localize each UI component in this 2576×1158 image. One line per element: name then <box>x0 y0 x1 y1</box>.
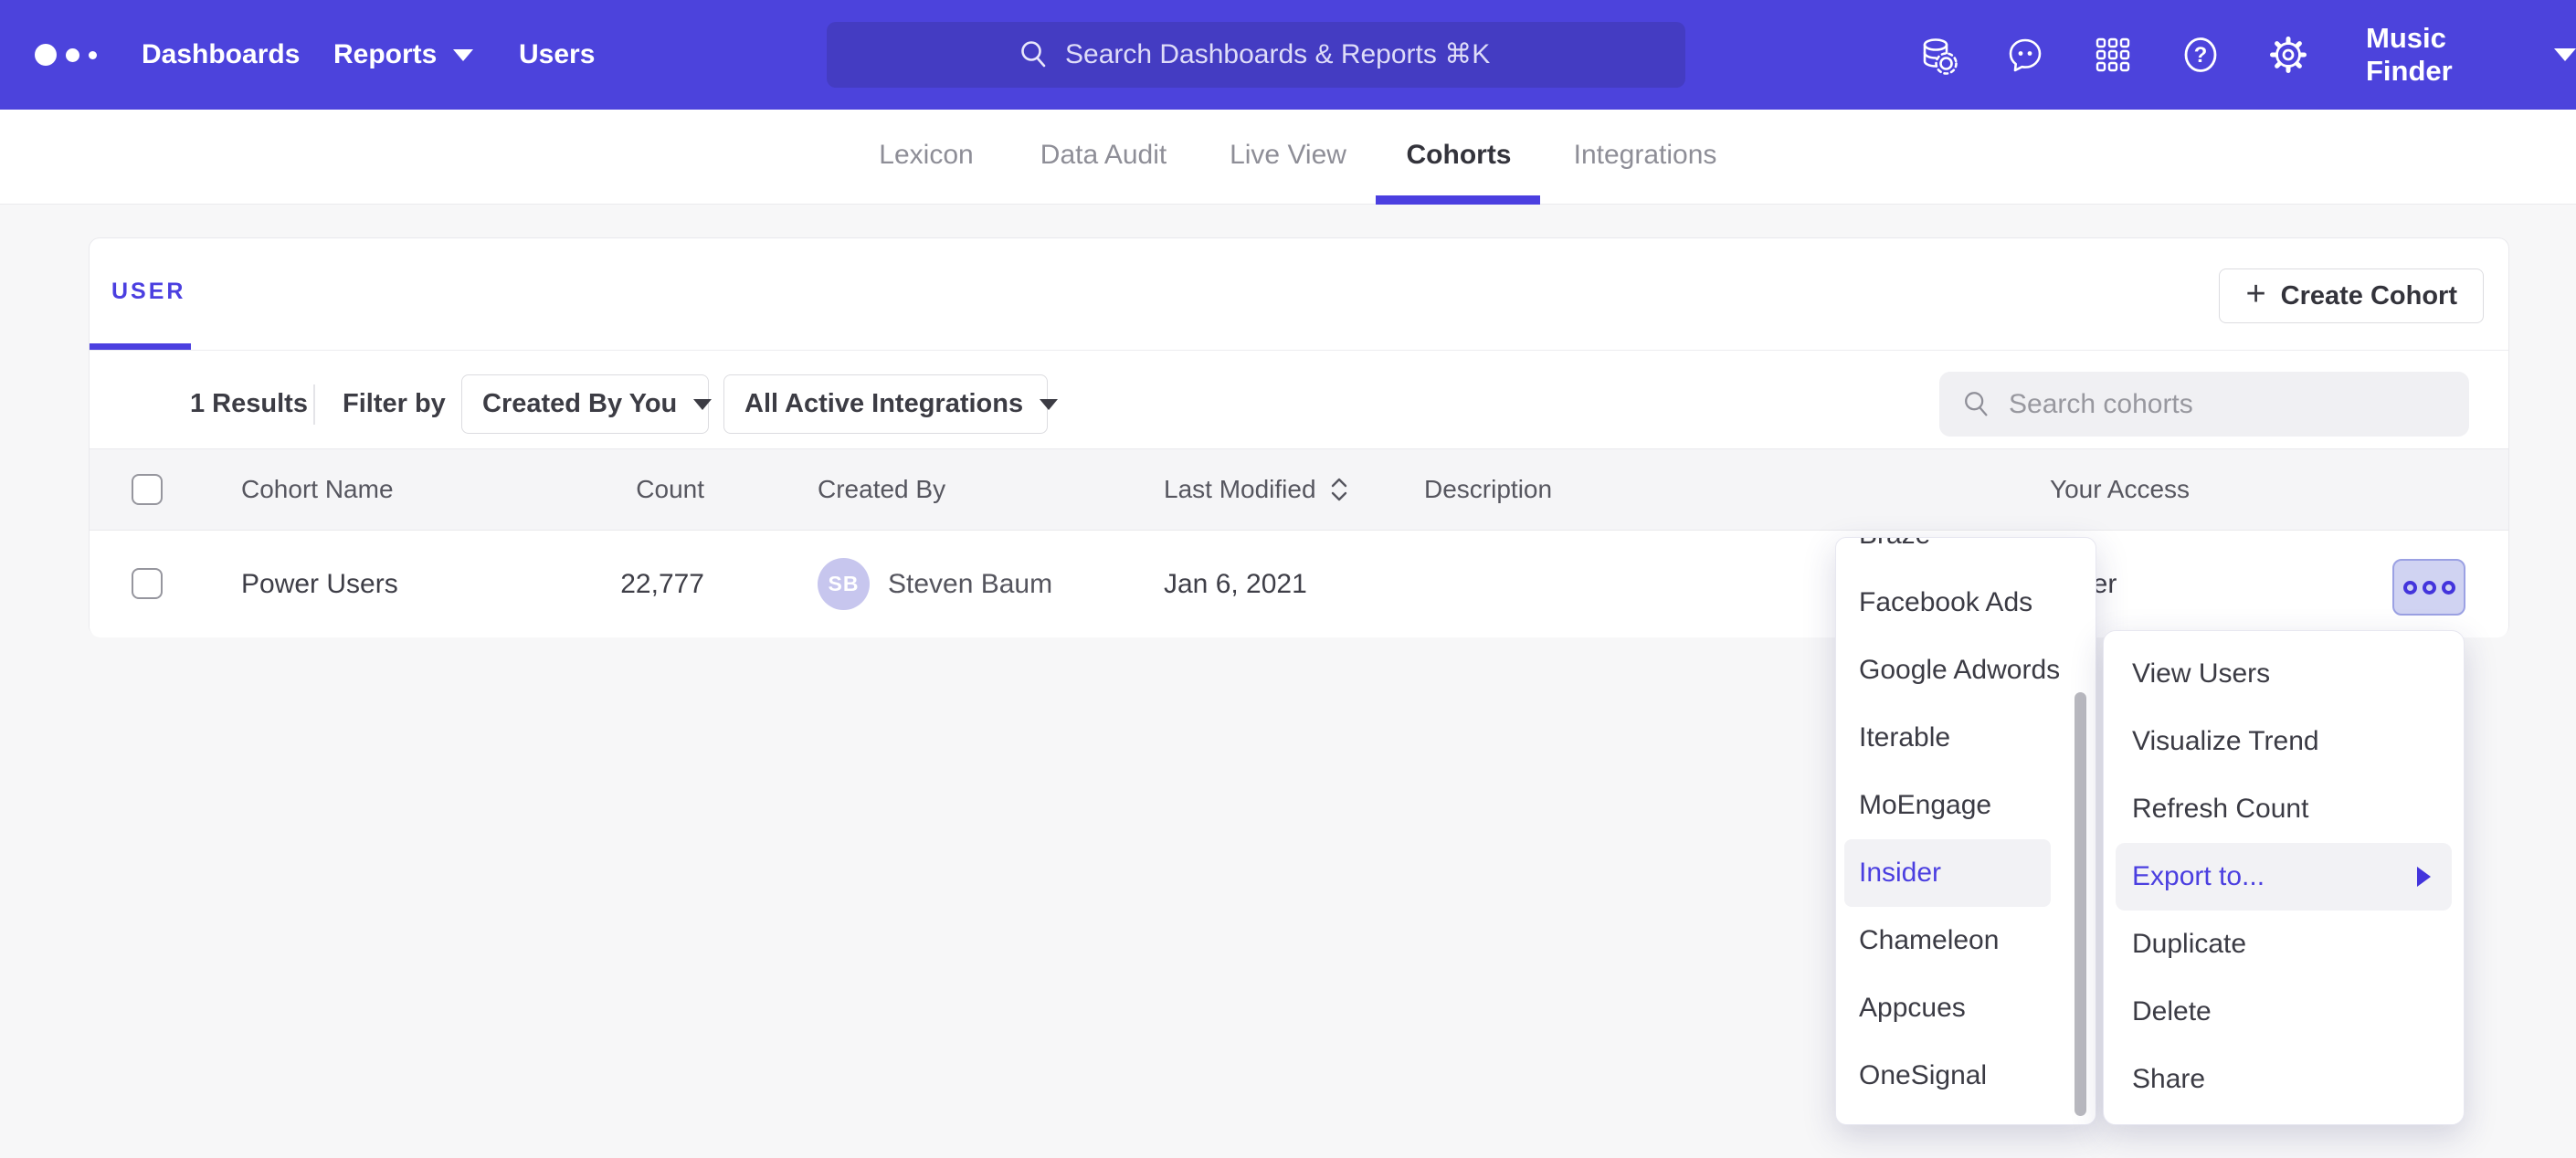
divider <box>90 350 2508 351</box>
submenu-item-appcues[interactable]: Appcues <box>1836 974 2096 1042</box>
menu-item-visualize-trend[interactable]: Visualize Trend <box>2104 708 2464 775</box>
logo-dot-medium <box>66 48 79 62</box>
tab-lexicon[interactable]: Lexicon <box>879 110 973 205</box>
nav-reports-label: Reports <box>333 0 437 110</box>
create-cohort-label: Create Cohort <box>2281 281 2457 311</box>
nav-dashboards[interactable]: Dashboards <box>142 0 300 110</box>
nav-reports[interactable]: Reports <box>333 0 473 110</box>
tab-user-cohorts[interactable]: USER <box>111 238 185 344</box>
submenu-item-insider[interactable]: Insider <box>1844 839 2051 907</box>
feedback-bubble-icon[interactable] <box>2004 34 2046 76</box>
export-destination-submenu: Braze Facebook Ads Google Adwords Iterab… <box>1835 537 2096 1125</box>
project-switcher[interactable]: Music Finder <box>2366 0 2576 110</box>
filter-toolbar: 1 Results Filter by Created By You All A… <box>90 372 2508 437</box>
brand-logo[interactable] <box>35 0 97 110</box>
submenu-item-chameleon[interactable]: Chameleon <box>1836 907 2096 974</box>
chevron-down-icon <box>2554 48 2576 61</box>
last-modified-label: Last Modified <box>1164 449 1316 530</box>
export-to-label: Export to... <box>2132 843 2265 911</box>
tab-integrations[interactable]: Integrations <box>1574 110 1717 205</box>
row-context-menu: View Users Visualize Trend Refresh Count… <box>2103 630 2465 1125</box>
column-description[interactable]: Description <box>1424 449 1552 530</box>
select-all-checkbox[interactable] <box>132 474 163 505</box>
submenu-item-iterable[interactable]: Iterable <box>1836 704 2096 772</box>
menu-item-view-users[interactable]: View Users <box>2104 640 2464 708</box>
divider <box>313 384 315 425</box>
column-your-access[interactable]: Your Access <box>2050 449 2190 530</box>
column-created-by[interactable]: Created By <box>818 449 945 530</box>
plus-icon: + <box>2245 277 2265 311</box>
nav-users[interactable]: Users <box>519 0 595 110</box>
tab-data-audit[interactable]: Data Audit <box>1040 110 1167 205</box>
created-by-filter-label: Created By You <box>482 389 677 419</box>
avatar: SB <box>818 558 870 610</box>
submenu-arrow-icon <box>2417 867 2431 887</box>
results-count: 1 Results <box>190 372 308 437</box>
column-count[interactable]: Count <box>512 449 704 530</box>
row-more-actions-button[interactable] <box>2392 559 2465 616</box>
table-header: Cohort Name Count Created By Last Modifi… <box>90 448 2508 531</box>
help-icon[interactable]: ? <box>2180 34 2222 76</box>
submenu-item-facebook-ads[interactable]: Facebook Ads <box>1836 569 2096 637</box>
logo-dot-small <box>89 51 97 59</box>
project-name: Music Finder <box>2366 22 2530 88</box>
search-icon <box>1018 38 1050 71</box>
menu-item-delete[interactable]: Delete <box>2104 978 2464 1046</box>
search-icon <box>1961 389 1992 420</box>
top-navbar: Dashboards Reports Users <box>0 0 2576 110</box>
menu-item-export-to[interactable]: Export to... <box>2116 843 2452 911</box>
chevron-down-icon <box>453 49 473 61</box>
apps-grid-icon[interactable] <box>2092 34 2134 76</box>
data-settings-icon[interactable] <box>1916 34 1958 76</box>
cohort-count: 22,777 <box>512 531 704 637</box>
more-icon <box>2442 581 2455 595</box>
global-search[interactable] <box>827 22 1685 88</box>
tab-cohorts[interactable]: Cohorts <box>1407 110 1512 205</box>
menu-item-duplicate[interactable]: Duplicate <box>2104 911 2464 978</box>
cohort-search-input[interactable] <box>2009 389 2469 420</box>
column-last-modified[interactable]: Last Modified <box>1164 449 1349 530</box>
last-modified-value: Jan 6, 2021 <box>1164 531 1307 637</box>
column-cohort-name[interactable]: Cohort Name <box>241 449 394 530</box>
row-checkbox[interactable] <box>132 568 163 599</box>
more-icon <box>2403 581 2417 595</box>
menu-item-refresh-count[interactable]: Refresh Count <box>2104 775 2464 843</box>
settings-gear-icon[interactable] <box>2267 34 2309 76</box>
global-search-input[interactable] <box>1065 39 1494 70</box>
cohort-search[interactable] <box>1939 372 2469 437</box>
submenu-scrollbar[interactable] <box>2075 692 2086 1116</box>
created-by-filter-dropdown[interactable]: Created By You <box>461 374 709 434</box>
cohorts-card: USER + Create Cohort 1 Results Filter by… <box>89 237 2509 637</box>
chevron-down-icon <box>693 399 712 410</box>
filter-by-label: Filter by <box>343 372 446 437</box>
submenu-item-onesignal[interactable]: OneSignal <box>1836 1042 2096 1110</box>
created-by-value: Steven Baum <box>888 531 1052 637</box>
tab-live-view[interactable]: Live View <box>1230 110 1346 205</box>
logo-dot-large <box>35 44 57 66</box>
create-cohort-button[interactable]: + Create Cohort <box>2219 268 2484 323</box>
svg-text:?: ? <box>2194 43 2208 68</box>
menu-item-share[interactable]: Share <box>2104 1046 2464 1113</box>
integrations-filter-label: All Active Integrations <box>744 389 1023 419</box>
cohort-name-link[interactable]: Power Users <box>241 531 398 637</box>
chevron-down-icon <box>1040 399 1058 410</box>
table-row[interactable]: Power Users 22,777 SB Steven Baum Jan 6,… <box>90 531 2508 637</box>
sort-icon <box>1329 476 1349 503</box>
active-tab-indicator <box>1376 195 1540 205</box>
more-icon <box>2423 581 2436 595</box>
submenu-item-moengage[interactable]: MoEngage <box>1836 772 2096 839</box>
section-tabbar: Lexicon Data Audit Live View Cohorts Int… <box>0 110 2576 205</box>
submenu-item-braze[interactable]: Braze <box>1836 537 2096 569</box>
integrations-filter-dropdown[interactable]: All Active Integrations <box>723 374 1048 434</box>
submenu-item-google-adwords[interactable]: Google Adwords <box>1836 637 2096 704</box>
